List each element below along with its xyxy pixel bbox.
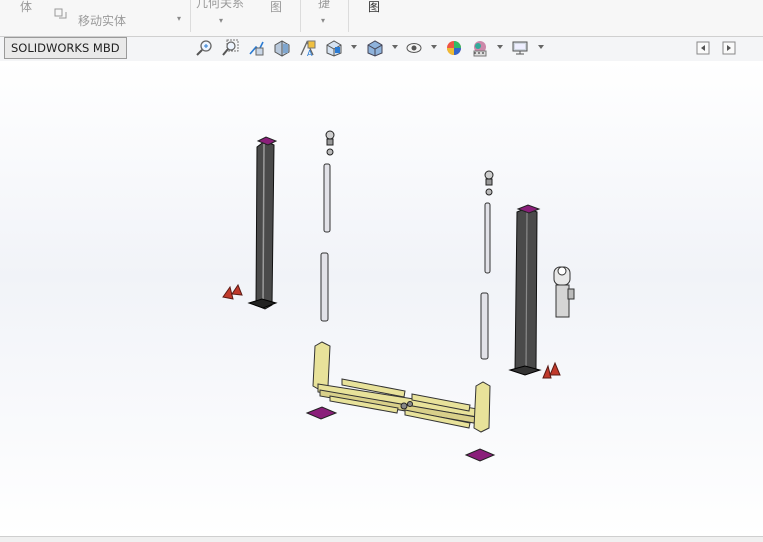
previous-view-icon[interactable] xyxy=(247,39,265,57)
view-settings-icon[interactable] xyxy=(511,39,529,57)
ribbon-separator xyxy=(348,0,349,32)
svg-text:A: A xyxy=(307,49,313,57)
chevron-down-icon[interactable]: ▾ xyxy=(321,16,325,25)
cylinder-stack-left[interactable] xyxy=(320,130,335,322)
tab-solidworks-mbd[interactable]: SOLIDWORKS MBD xyxy=(4,37,127,59)
apply-scene-icon[interactable] xyxy=(471,39,489,57)
chevron-down-icon[interactable] xyxy=(351,45,357,49)
left-red-wedges[interactable] xyxy=(222,283,243,300)
ribbon-item-quick[interactable]: 捷 xyxy=(318,0,330,11)
expand-right-panel-icon[interactable] xyxy=(722,41,736,55)
display-style-icon[interactable] xyxy=(366,39,384,57)
left-column[interactable] xyxy=(247,136,278,310)
ribbon-item-relations[interactable]: 几何关系 xyxy=(196,0,244,11)
right-red-wedges[interactable] xyxy=(542,361,561,379)
ribbon-item-drawing[interactable]: 图 xyxy=(270,0,282,15)
ribbon-item-body[interactable]: 体 xyxy=(20,0,32,15)
dynamic-annotation-view-icon[interactable]: A xyxy=(299,39,317,58)
graphics-viewport[interactable] xyxy=(0,61,763,538)
collapse-left-panel-icon[interactable] xyxy=(696,41,710,55)
chevron-down-icon[interactable]: ▾ xyxy=(219,16,223,25)
chevron-down-icon[interactable] xyxy=(497,45,503,49)
move-body-icon xyxy=(54,8,68,20)
right-column[interactable] xyxy=(508,204,542,376)
ribbon-separator xyxy=(300,0,301,32)
view-orientation-icon[interactable] xyxy=(325,39,343,57)
zoom-to-fit-icon[interactable] xyxy=(195,39,213,57)
section-view-icon[interactable] xyxy=(273,39,291,57)
tab-bar: SOLIDWORKS MBD A xyxy=(0,37,763,61)
ribbon-separator xyxy=(190,0,191,32)
chevron-down-icon[interactable]: ▾ xyxy=(177,14,181,23)
zoom-to-area-icon[interactable] xyxy=(221,39,239,57)
hide-show-items-icon[interactable] xyxy=(405,39,423,57)
ribbon-item-view[interactable]: 图 xyxy=(368,0,380,15)
chevron-down-icon[interactable] xyxy=(392,45,398,49)
cylinder-stack-right[interactable] xyxy=(480,170,494,360)
chevron-down-icon[interactable] xyxy=(431,45,437,49)
chevron-down-icon[interactable] xyxy=(538,45,544,49)
hydraulic-power-unit[interactable] xyxy=(553,266,575,318)
exploded-assembly-model[interactable] xyxy=(0,61,763,538)
status-bar-edge xyxy=(0,536,763,542)
command-manager-ribbon: 体 移动实体 ▾ 几何关系 ▾ 图 捷 ▾ 图 xyxy=(0,0,763,37)
ribbon-item-move-body[interactable]: 移动实体 xyxy=(78,12,126,29)
yellow-base-frame[interactable] xyxy=(312,341,491,433)
edit-appearance-icon[interactable] xyxy=(445,39,463,57)
